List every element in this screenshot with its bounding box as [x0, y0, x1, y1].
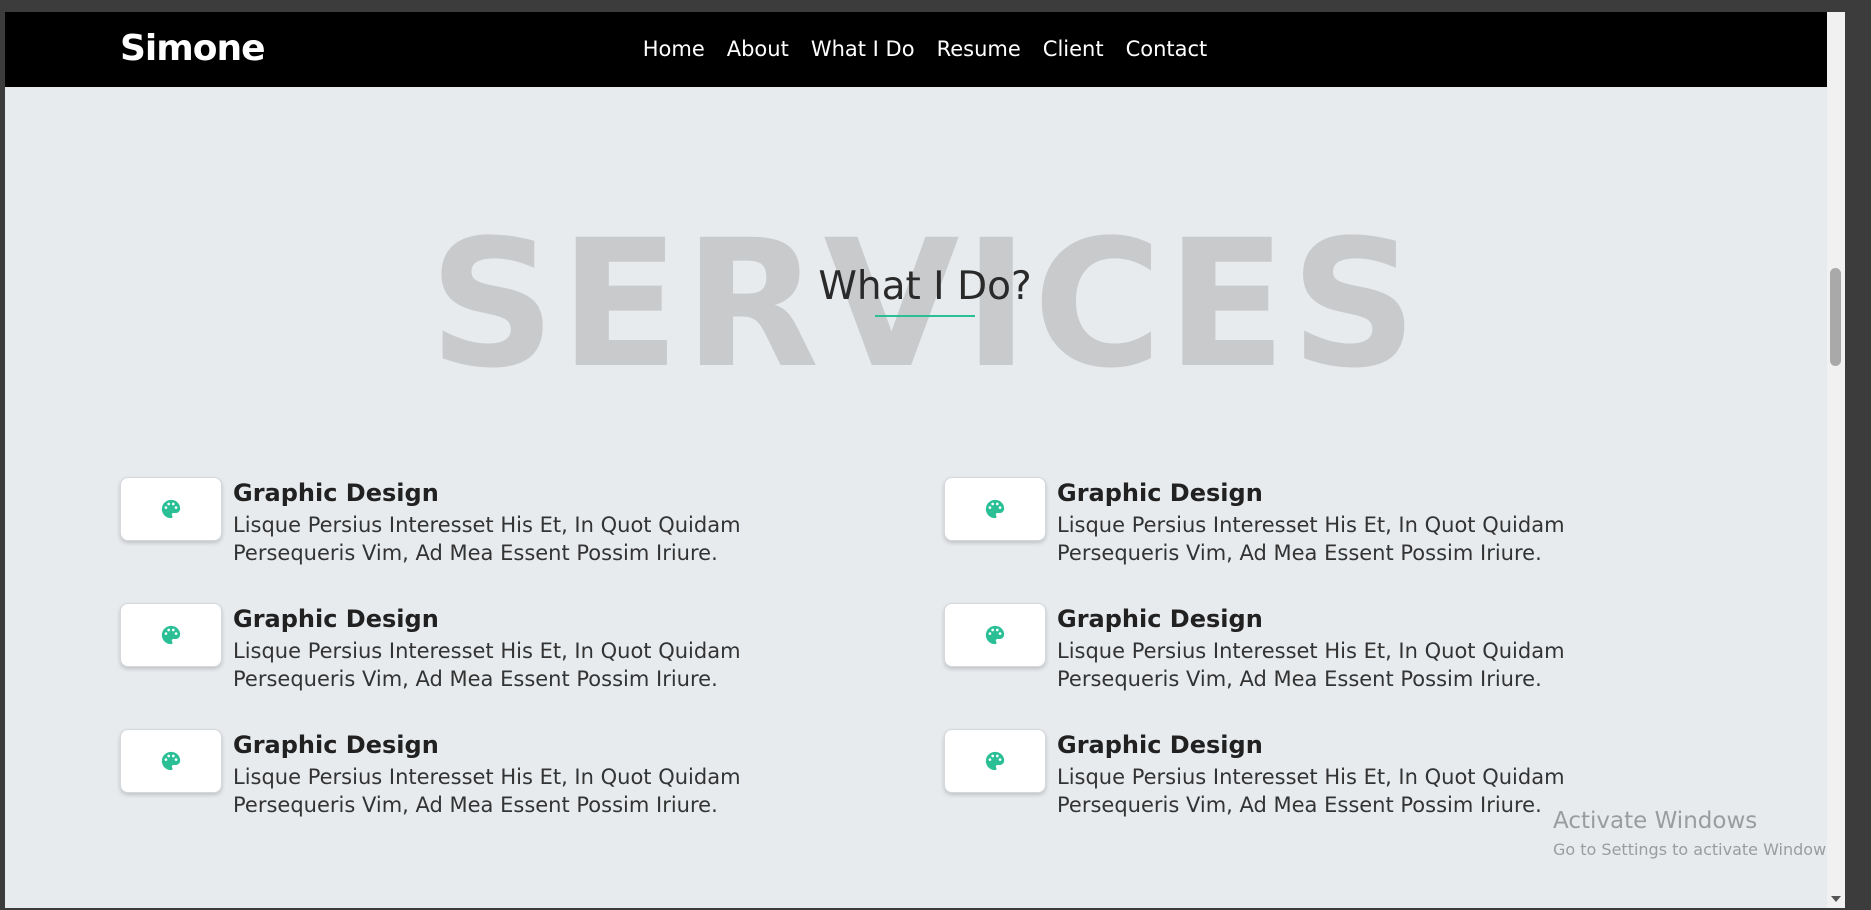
service-desc-line: Lisque Persius Interesset His Et, In Quo… — [233, 513, 741, 537]
palette-icon — [161, 625, 181, 645]
nav-about[interactable]: About — [727, 37, 789, 61]
service-description: Lisque Persius Interesset His Et, In Quo… — [1057, 637, 1657, 693]
browser-viewport: Simone Home About What I Do Resume Clien… — [5, 12, 1845, 908]
palette-icon — [985, 625, 1005, 645]
palette-icon — [161, 751, 181, 771]
top-navbar: Simone Home About What I Do Resume Clien… — [5, 12, 1845, 87]
service-desc-line: Persequeris Vim, Ad Mea Essent Possim Ir… — [233, 541, 718, 565]
service-desc-line: Persequeris Vim, Ad Mea Essent Possim Ir… — [233, 667, 718, 691]
scroll-down-arrow[interactable] — [1831, 896, 1841, 902]
service-title: Graphic Design — [233, 605, 439, 633]
vertical-scrollbar[interactable] — [1827, 12, 1845, 908]
service-description: Lisque Persius Interesset His Et, In Quo… — [233, 763, 833, 819]
palette-icon — [985, 499, 1005, 519]
service-item: Graphic Design Lisque Persius Interesset… — [944, 477, 1604, 577]
activate-windows-watermark: Activate Windows Go to Settings to activ… — [1553, 808, 1840, 859]
service-icon-box — [944, 603, 1046, 667]
service-item: Graphic Design Lisque Persius Interesset… — [944, 729, 1604, 829]
nav-contact[interactable]: Contact — [1126, 37, 1208, 61]
main-nav: Home About What I Do Resume Client Conta… — [5, 37, 1845, 61]
watermark-title: Activate Windows — [1553, 808, 1758, 834]
palette-icon — [161, 499, 181, 519]
service-title: Graphic Design — [233, 479, 439, 507]
service-icon-box — [120, 729, 222, 793]
service-description: Lisque Persius Interesset His Et, In Quo… — [233, 637, 833, 693]
scrollbar-thumb[interactable] — [1830, 268, 1841, 366]
service-desc-line: Persequeris Vim, Ad Mea Essent Possim Ir… — [1057, 541, 1542, 565]
service-desc-line: Lisque Persius Interesset His Et, In Quo… — [1057, 513, 1565, 537]
service-icon-box — [120, 603, 222, 667]
heading-underline — [875, 315, 975, 317]
service-desc-line: Lisque Persius Interesset His Et, In Quo… — [233, 765, 741, 789]
service-title: Graphic Design — [233, 731, 439, 759]
service-icon-box — [120, 477, 222, 541]
palette-icon — [985, 751, 1005, 771]
service-title: Graphic Design — [1057, 731, 1263, 759]
service-title: Graphic Design — [1057, 479, 1263, 507]
service-item: Graphic Design Lisque Persius Interesset… — [120, 477, 780, 577]
watermark-subtitle: Go to Settings to activate Windows. — [1553, 840, 1840, 859]
service-desc-line: Lisque Persius Interesset His Et, In Quo… — [233, 639, 741, 663]
service-desc-line: Lisque Persius Interesset His Et, In Quo… — [1057, 765, 1565, 789]
service-item: Graphic Design Lisque Persius Interesset… — [120, 603, 780, 703]
nav-client[interactable]: Client — [1043, 37, 1104, 61]
service-icon-box — [944, 729, 1046, 793]
nav-what-i-do[interactable]: What I Do — [811, 37, 915, 61]
nav-resume[interactable]: Resume — [937, 37, 1021, 61]
service-desc-line: Persequeris Vim, Ad Mea Essent Possim Ir… — [233, 793, 718, 817]
service-item: Graphic Design Lisque Persius Interesset… — [944, 603, 1604, 703]
nav-home[interactable]: Home — [643, 37, 705, 61]
service-description: Lisque Persius Interesset His Et, In Quo… — [233, 511, 833, 567]
service-title: Graphic Design — [1057, 605, 1263, 633]
service-description: Lisque Persius Interesset His Et, In Quo… — [1057, 511, 1657, 567]
service-desc-line: Lisque Persius Interesset His Et, In Quo… — [1057, 639, 1565, 663]
service-desc-line: Persequeris Vim, Ad Mea Essent Possim Ir… — [1057, 667, 1542, 691]
section-heading: What I Do? — [818, 264, 1032, 309]
service-item: Graphic Design Lisque Persius Interesset… — [120, 729, 780, 829]
service-icon-box — [944, 477, 1046, 541]
